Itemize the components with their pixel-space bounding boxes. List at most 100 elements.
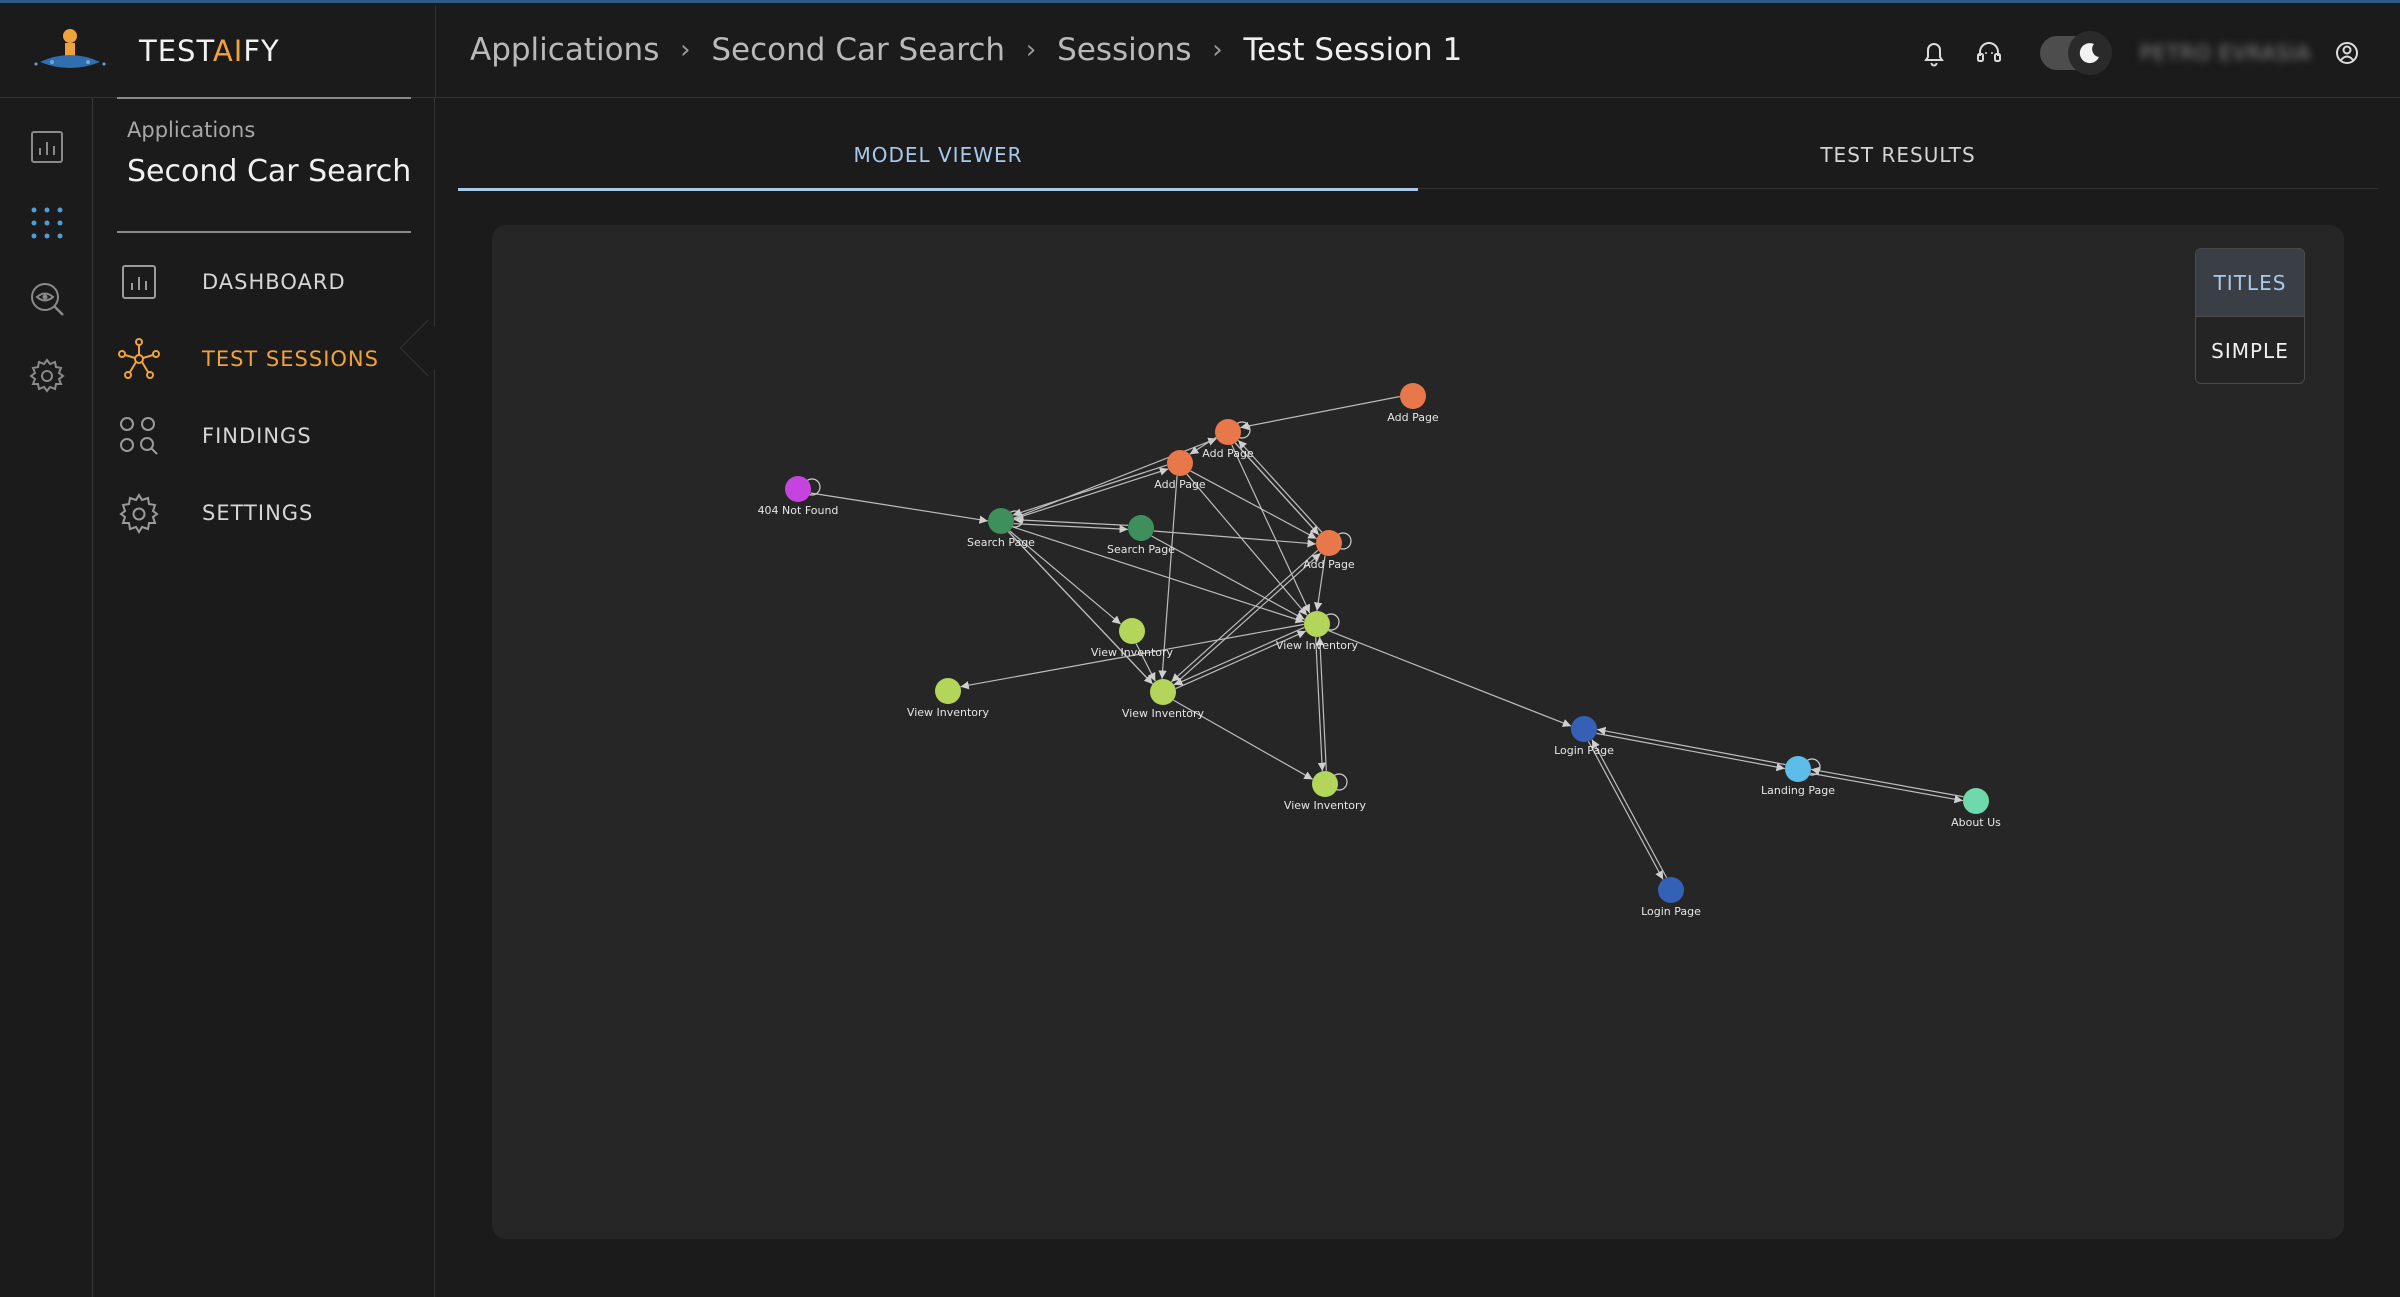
nav-label: SETTINGS	[202, 501, 314, 525]
graph-node-dot[interactable]	[988, 508, 1014, 534]
graph-node[interactable]: 404 Not Found	[758, 476, 839, 517]
graph-node-label: Search Page	[1107, 543, 1175, 556]
chevron-right-icon: ›	[1025, 35, 1037, 65]
graph-node-label: Search Page	[967, 536, 1035, 549]
breadcrumb-sessions[interactable]: Sessions	[1057, 32, 1191, 68]
breadcrumb-current: Test Session 1	[1243, 32, 1463, 68]
graph-node-label: View Inventory	[1091, 646, 1174, 659]
graph-edge	[1170, 549, 1319, 683]
graph-node-label: Add Page	[1387, 411, 1439, 424]
nav-item-test-sessions[interactable]: TEST SESSIONS	[117, 329, 435, 389]
tab-model-viewer[interactable]: MODEL VIEWER	[458, 121, 1418, 191]
support-icon[interactable]	[1972, 36, 2006, 70]
graph-node[interactable]: View Inventory	[1284, 771, 1367, 812]
graph-node-dot[interactable]	[1316, 530, 1342, 556]
graph-node-dot[interactable]	[1571, 716, 1597, 742]
graph-node-label: View Inventory	[1284, 799, 1367, 812]
sub-navigation: Applications Second Car Search DASHBOARD	[93, 97, 435, 1297]
graph-node-dot[interactable]	[1119, 618, 1145, 644]
bell-icon[interactable]	[1917, 36, 1951, 70]
graph-node-dot[interactable]	[1963, 788, 1989, 814]
graph-node-label: Landing Page	[1761, 784, 1835, 797]
graph-edge	[1153, 530, 1316, 548]
brand-name: TESTAIFY	[139, 34, 280, 68]
graph-edge	[1012, 464, 1168, 517]
dashboard-icon[interactable]	[28, 128, 66, 166]
app-window: TESTAIFY Applications › Second Car Searc…	[0, 0, 2400, 1297]
graph-node[interactable]: Login Page	[1641, 877, 1701, 918]
graph-node-label: Login Page	[1554, 744, 1614, 757]
divider	[117, 231, 411, 233]
graph-edge	[1587, 741, 1664, 880]
divider	[435, 6, 436, 98]
graph-node-label: View Inventory	[907, 706, 990, 719]
nav-item-settings[interactable]: SETTINGS	[117, 483, 435, 543]
graph-node-dot[interactable]	[1215, 419, 1241, 445]
dashboard-icon	[122, 265, 156, 299]
top-bar: TESTAIFY Applications › Second Car Searc…	[0, 6, 2400, 98]
model-graph[interactable]: 404 Not Found Search Page Search Page Add P…	[492, 225, 2344, 1239]
graph-edge	[1240, 395, 1400, 431]
tab-bar: MODEL VIEWER TEST RESULTS	[458, 121, 2378, 191]
simple-button[interactable]: SIMPLE	[2196, 317, 2304, 383]
graph-node[interactable]: View Inventory	[1122, 679, 1205, 720]
graph-node[interactable]: Add Page	[1387, 383, 1439, 424]
graph-edge	[1013, 467, 1169, 520]
graph-edge	[1597, 726, 1786, 766]
graph-edge	[1315, 636, 1327, 771]
nav-item-findings[interactable]: FINDINGS	[117, 406, 435, 466]
graph-node-label: Add Page	[1154, 478, 1206, 491]
graph-node-dot[interactable]	[1312, 771, 1338, 797]
icon-rail	[0, 98, 93, 1297]
titles-button[interactable]: TITLES	[2196, 249, 2304, 317]
graph-node-dot[interactable]	[1304, 611, 1330, 637]
breadcrumb-applications[interactable]: Applications	[470, 32, 659, 68]
graph-edge	[1173, 552, 1322, 686]
graph-node[interactable]: Search Page	[1107, 515, 1175, 556]
nav-item-dashboard[interactable]: DASHBOARD	[117, 252, 435, 312]
graph-node-dot[interactable]	[1167, 450, 1193, 476]
tab-indicator	[458, 188, 1418, 191]
apps-grid-icon[interactable]	[28, 204, 66, 242]
graph-node[interactable]: About Us	[1951, 788, 2001, 829]
findings-icon	[120, 417, 158, 455]
graph-node[interactable]: Add Page	[1202, 419, 1254, 460]
graph-view-toggle: TITLES SIMPLE	[2195, 248, 2305, 384]
graph-node-dot[interactable]	[785, 476, 811, 502]
gear-icon	[119, 493, 159, 534]
tab-test-results[interactable]: TEST RESULTS	[1418, 121, 2378, 189]
graph-edge	[1315, 637, 1327, 772]
chevron-right-icon: ›	[1212, 35, 1223, 65]
breadcrumb: Applications › Second Car Search › Sessi…	[470, 32, 1462, 68]
app-name: Second Car Search	[127, 154, 412, 189]
nav-label: TEST SESSIONS	[202, 347, 379, 371]
gear-icon[interactable]	[28, 356, 66, 394]
graph-node-label: Login Page	[1641, 905, 1701, 918]
moon-icon	[2068, 31, 2112, 75]
divider	[117, 97, 411, 99]
graph-node[interactable]: Login Page	[1554, 716, 1614, 757]
user-icon[interactable]	[2330, 36, 2364, 70]
graph-node-dot[interactable]	[1150, 679, 1176, 705]
theme-toggle[interactable]	[2040, 31, 2112, 75]
graph-edge	[1328, 630, 1572, 727]
graph-node-label: 404 Not Found	[758, 504, 839, 517]
graph-node-dot[interactable]	[1658, 877, 1684, 903]
graph-node-label: View Inventory	[1122, 707, 1205, 720]
nav-label: DASHBOARD	[202, 270, 346, 294]
graph-edge	[1596, 732, 1785, 772]
eye-search-icon[interactable]	[28, 280, 66, 318]
testaify-logo[interactable]	[30, 24, 110, 80]
network-icon	[118, 338, 160, 379]
graph-node[interactable]: View Inventory	[1091, 618, 1174, 659]
graph-node-dot[interactable]	[1785, 756, 1811, 782]
graph-node-label: Add Page	[1303, 558, 1355, 571]
graph-node-dot[interactable]	[1128, 515, 1154, 541]
graph-node-dot[interactable]	[1400, 383, 1426, 409]
graph-node-dot[interactable]	[935, 678, 961, 704]
user-name[interactable]: PETRO EVRASIA	[2140, 41, 2311, 65]
graph-node-label: About Us	[1951, 816, 2001, 829]
nav-label: FINDINGS	[202, 424, 312, 448]
breadcrumb-application[interactable]: Second Car Search	[711, 32, 1005, 68]
model-graph-panel[interactable]: 404 Not Found Search Page Search Page Add P…	[492, 225, 2344, 1239]
